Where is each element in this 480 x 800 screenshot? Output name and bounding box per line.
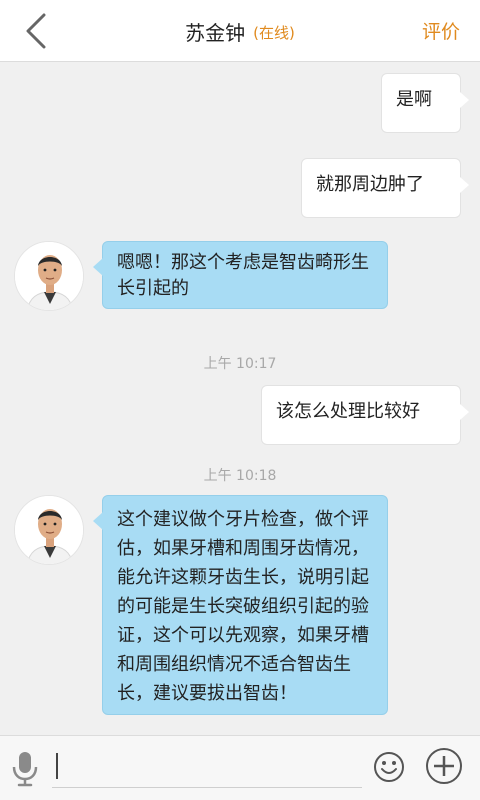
message-bubble-user[interactable]: 是啊 bbox=[381, 73, 469, 133]
plus-icon bbox=[426, 748, 462, 784]
microphone-icon bbox=[12, 752, 38, 787]
text-cursor bbox=[56, 753, 58, 779]
doctor-avatar[interactable] bbox=[14, 241, 84, 311]
timestamp: 上午 10:17 bbox=[203, 356, 277, 372]
chat-screen: 苏金钟 (在线) 评价 是啊 就那周边肿了 嗯嗯！那这个考虑是智齿畸形生长引起的… bbox=[0, 0, 480, 800]
message-bubble-doctor[interactable]: 这个建议做个牙片检查，做个评估，如果牙槽和周围牙齿情况，能允许这颗牙齿生长，说明… bbox=[93, 495, 388, 715]
online-status: (在线) bbox=[253, 24, 295, 42]
message-bubble-doctor[interactable]: 嗯嗯！那这个考虑是智齿畸形生长引起的 bbox=[93, 241, 388, 309]
message-text: 这个建议做个牙片检查，做个评估，如果牙槽和周围牙齿情况，能允许这颗牙齿生长，说明… bbox=[117, 509, 369, 704]
emoji-button[interactable] bbox=[372, 750, 406, 784]
header-bar: 苏金钟 (在线) 评价 bbox=[0, 0, 480, 62]
smiley-icon bbox=[374, 752, 404, 782]
doctor-avatar[interactable] bbox=[14, 495, 84, 565]
message-text: 就那周边肿了 bbox=[316, 174, 424, 195]
more-options-button[interactable] bbox=[424, 746, 464, 786]
voice-button[interactable] bbox=[10, 750, 40, 788]
message-bubble-user[interactable]: 该怎么处理比较好 bbox=[261, 385, 469, 445]
message-text: 该怎么处理比较好 bbox=[276, 401, 420, 422]
message-text: 嗯嗯！那这个考虑是智齿畸形生长引起的 bbox=[117, 252, 369, 299]
doctor-avatar-icon bbox=[15, 242, 83, 310]
message-list[interactable]: 是啊 就那周边肿了 嗯嗯！那这个考虑是智齿畸形生长引起的 上午 10:17 该怎… bbox=[0, 63, 480, 735]
contact-name: 苏金钟 bbox=[185, 20, 246, 45]
rate-button[interactable]: 评价 bbox=[422, 17, 460, 44]
input-bar bbox=[0, 735, 480, 800]
message-input[interactable] bbox=[52, 748, 362, 788]
timestamp: 上午 10:18 bbox=[203, 468, 277, 484]
message-text: 是啊 bbox=[396, 89, 432, 110]
chat-title: 苏金钟 (在线) bbox=[0, 0, 480, 62]
message-bubble-user[interactable]: 就那周边肿了 bbox=[301, 158, 469, 218]
doctor-avatar-icon bbox=[15, 496, 83, 564]
